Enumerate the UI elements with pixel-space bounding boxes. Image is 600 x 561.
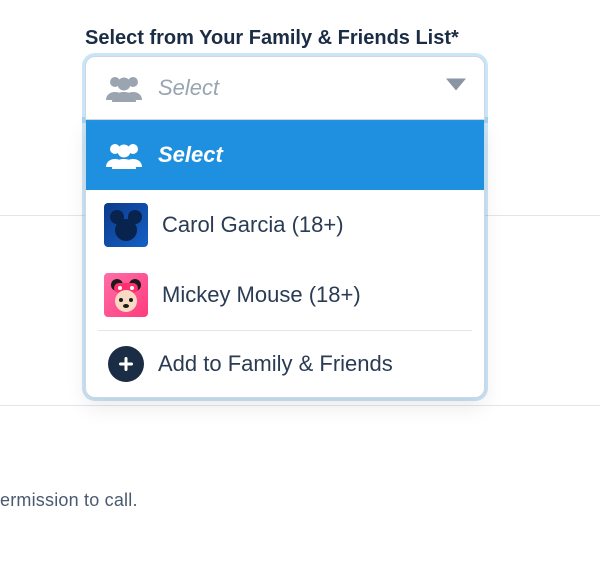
- option-add-family-friends[interactable]: Add to Family & Friends: [86, 331, 484, 397]
- background-divider-2: [0, 405, 600, 406]
- option-label: Add to Family & Friends: [158, 351, 393, 377]
- option-select-placeholder[interactable]: Select: [86, 120, 484, 190]
- footer-text-fragment: ermission to call.: [0, 490, 138, 511]
- option-person-carol[interactable]: Carol Garcia (18+): [86, 190, 484, 260]
- option-label: Select: [158, 142, 223, 168]
- dropdown-listbox: Select Carol Garcia (18+): [85, 120, 485, 398]
- plus-circle-icon: [108, 346, 144, 382]
- person-name: Carol Garcia: [162, 212, 285, 237]
- person-age-badge: (18+): [292, 212, 344, 237]
- option-label: Mickey Mouse (18+): [162, 282, 361, 308]
- option-label: Carol Garcia (18+): [162, 212, 344, 238]
- select-placeholder: Select: [158, 75, 219, 101]
- option-person-mickey[interactable]: Mickey Mouse (18+): [86, 260, 484, 330]
- person-name: Mickey Mouse: [162, 282, 303, 307]
- chevron-down-icon: [446, 79, 466, 98]
- field-label: Select from Your Family & Friends List*: [85, 27, 459, 50]
- avatar-minnie-icon: [104, 273, 148, 317]
- person-age-badge: (18+): [309, 282, 361, 307]
- avatar-mickey-head-icon: [104, 203, 148, 247]
- family-friends-dropdown: Select: [85, 56, 485, 398]
- people-group-icon: [104, 140, 144, 170]
- select-control[interactable]: Select: [85, 56, 485, 120]
- people-group-icon: [104, 73, 144, 103]
